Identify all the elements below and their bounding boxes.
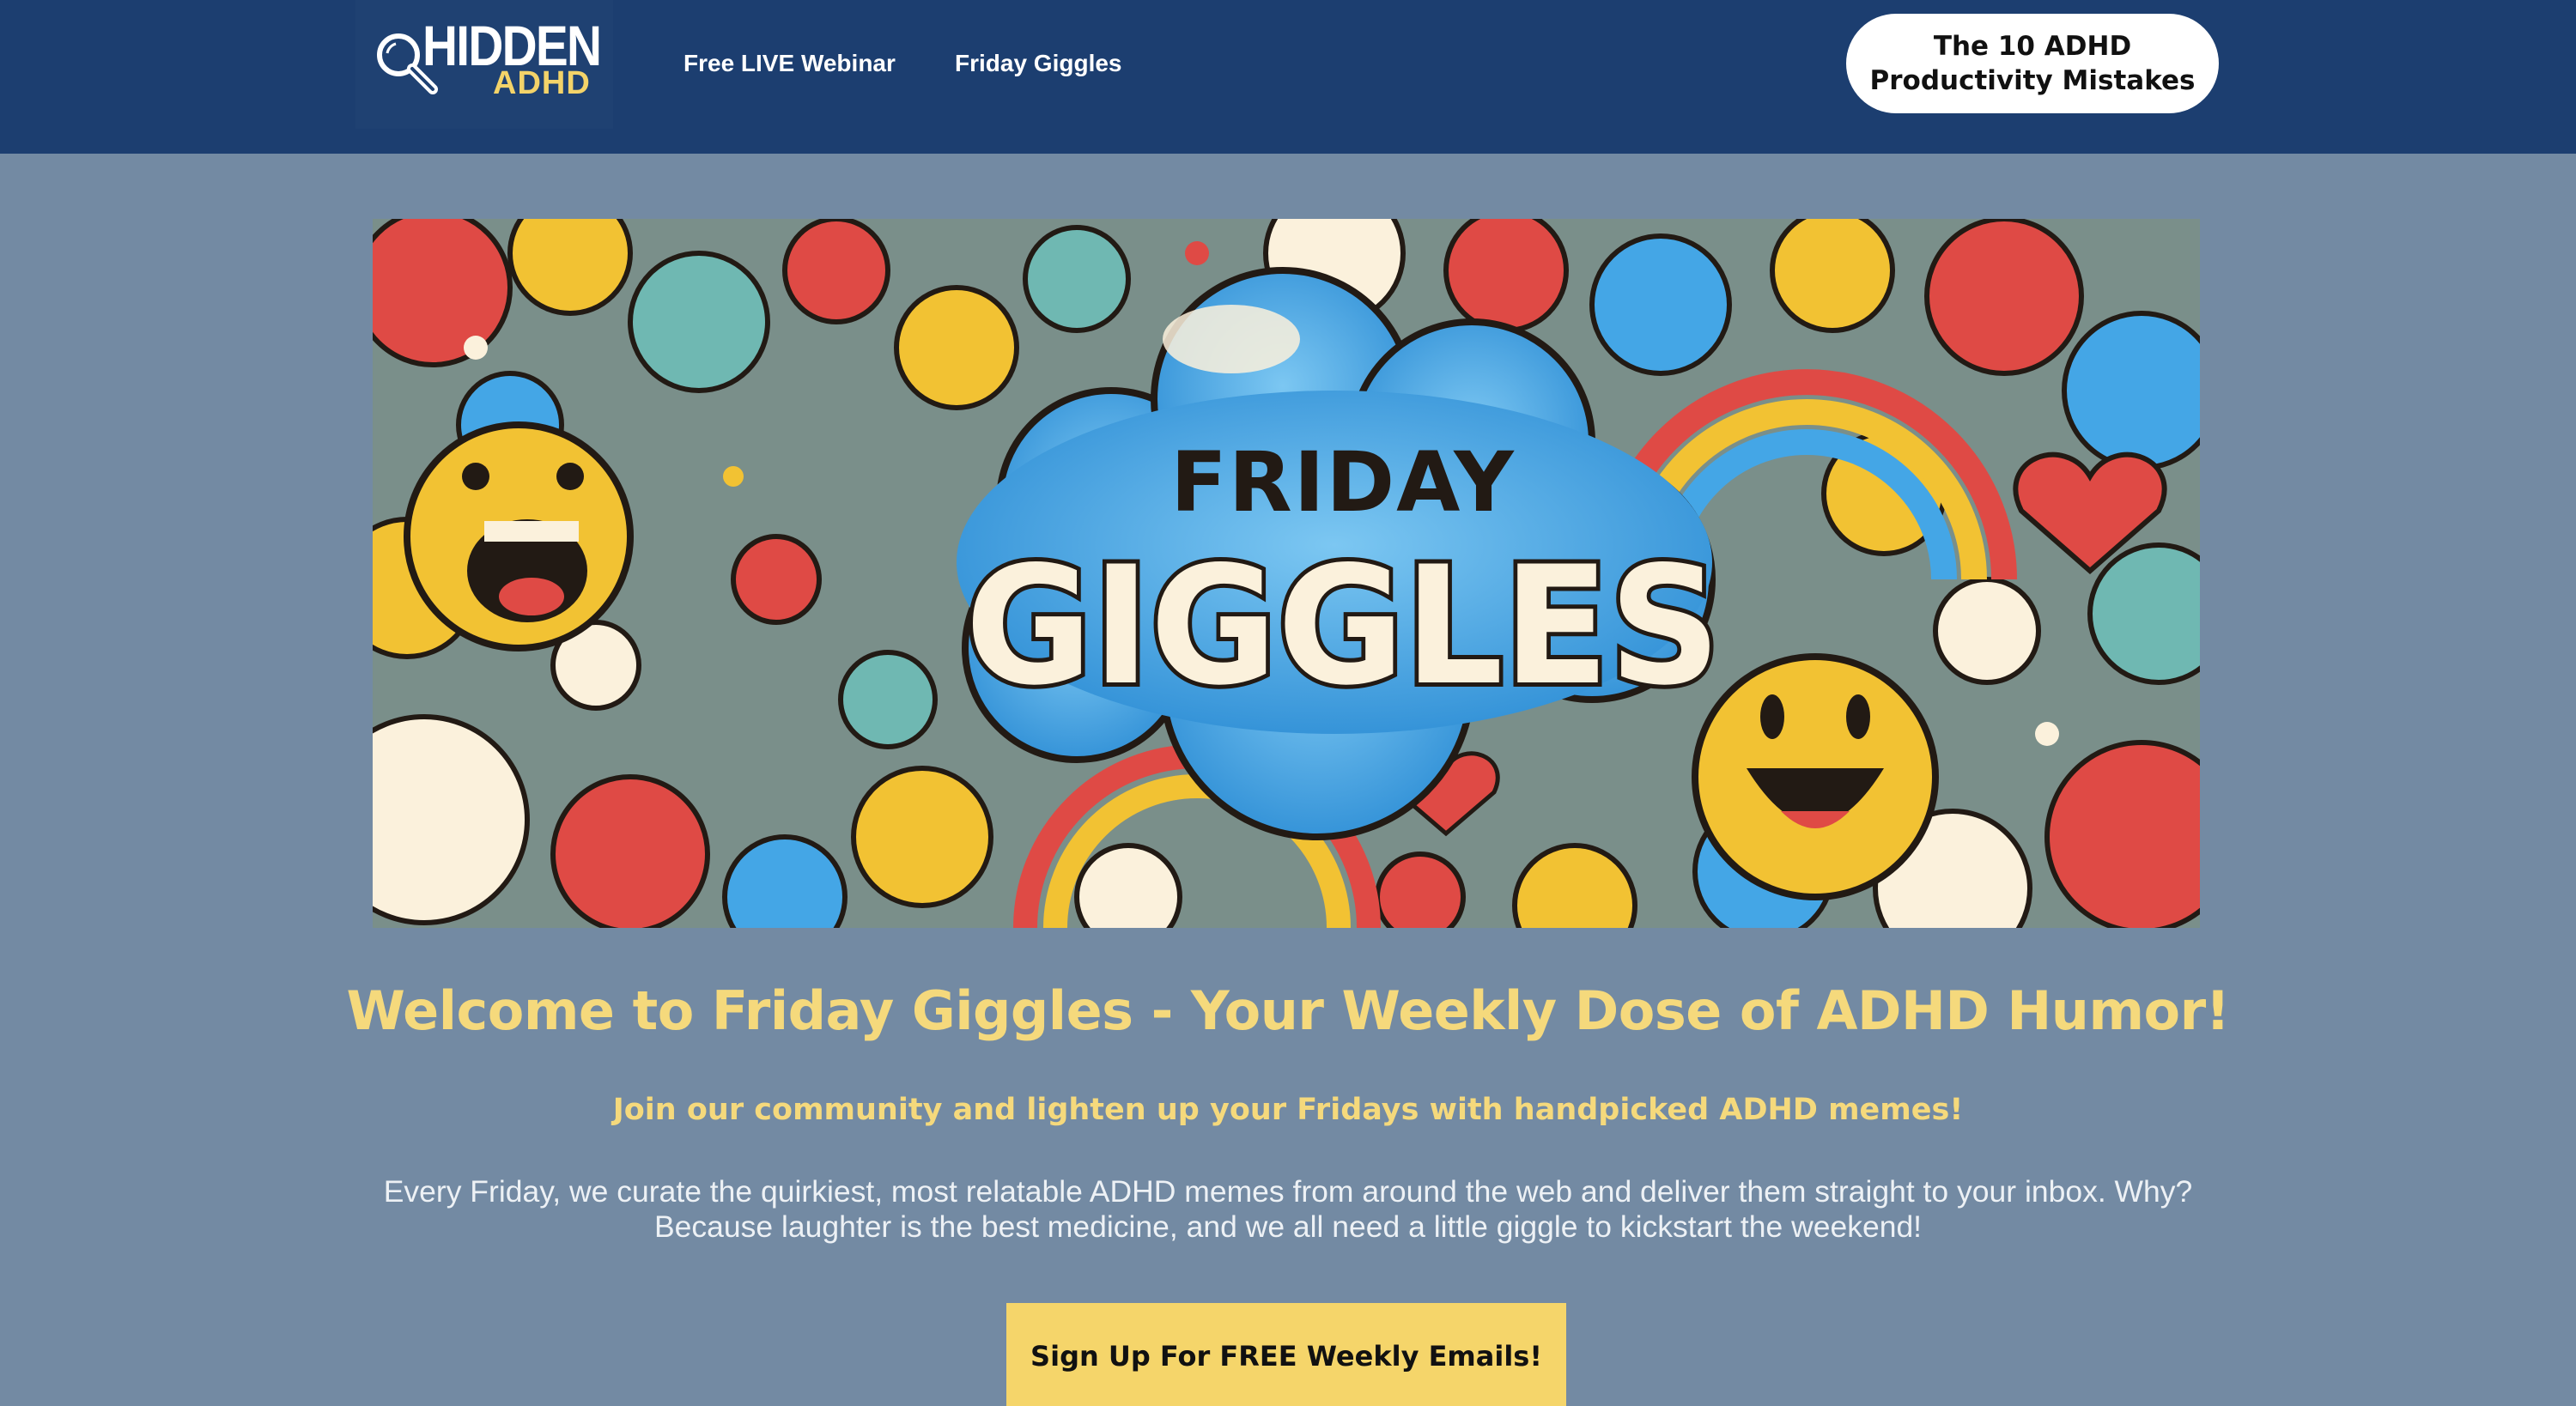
productivity-mistakes-button[interactable]: The 10 ADHD Productivity Mistakes (1846, 14, 2219, 113)
friday-giggles-banner: FRIDAY GIGGLES (373, 219, 2200, 928)
site-header: HIDDEN ADHD Free LIVE Webinar Friday Gig… (0, 0, 2576, 154)
banner-title-giggles: GIGGLES (965, 531, 1721, 721)
laughing-face-right (1692, 653, 1939, 900)
cta-line-2: Productivity Mistakes (1869, 65, 2196, 96)
nav-link-friday-giggles[interactable]: Friday Giggles (955, 46, 1122, 81)
page-headline: Welcome to Friday Giggles - Your Weekly … (346, 979, 2231, 1042)
banner-illustration: FRIDAY GIGGLES (373, 219, 2200, 928)
intro-paragraph: Every Friday, we curate the quirkiest, m… (361, 1174, 2215, 1245)
intro-line-1: Every Friday, we curate the quirkiest, m… (383, 1174, 2193, 1209)
intro-line-2: Because laughter is the best medicine, a… (653, 1209, 1923, 1244)
banner-title-friday: FRIDAY (1170, 434, 1516, 530)
cta-label: The 10 ADHD Productivity Mistakes (1870, 29, 2196, 98)
cta-line-1: The 10 ADHD (1933, 31, 2132, 62)
site-logo[interactable]: HIDDEN ADHD (355, 0, 613, 129)
signup-button[interactable]: Sign Up For FREE Weekly Emails! (1006, 1303, 1566, 1406)
signup-button-label: Sign Up For FREE Weekly Emails! (1030, 1340, 1542, 1373)
nav-link-free-live-webinar[interactable]: Free LIVE Webinar (683, 46, 896, 81)
logo-word-adhd: ADHD (493, 65, 591, 101)
page-subheadline: Join our community and lighten up your F… (612, 1093, 1964, 1127)
laughing-face-left (404, 421, 634, 651)
